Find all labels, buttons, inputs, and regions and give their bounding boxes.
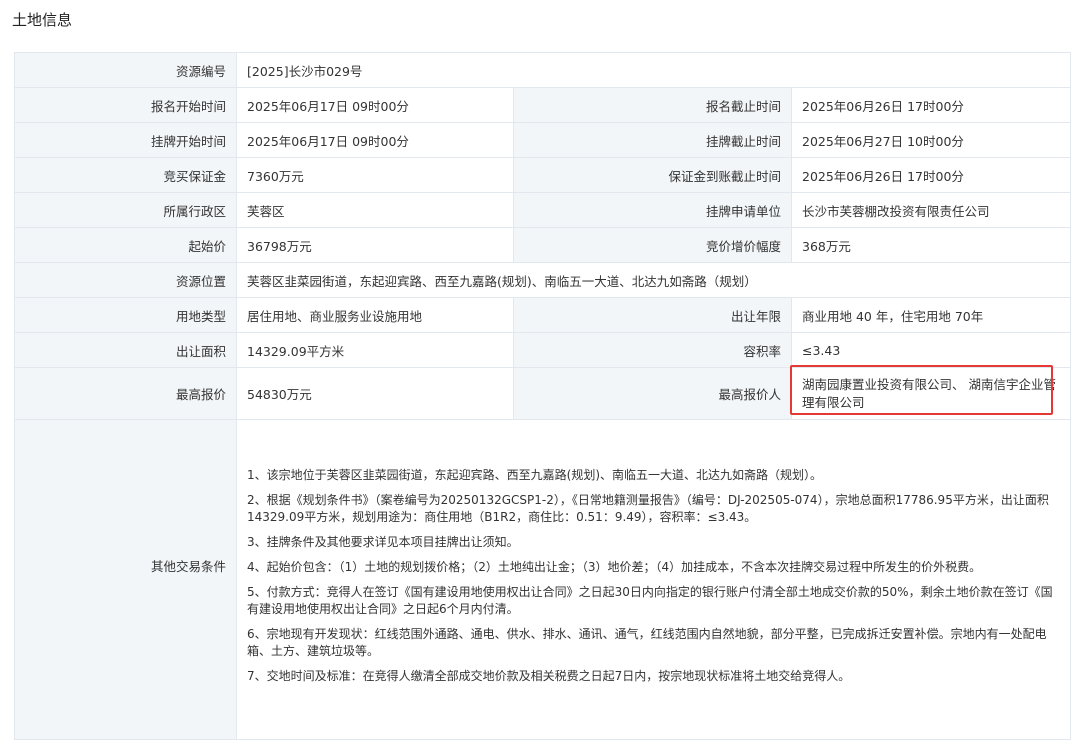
label-reg-start: 报名开始时间 [14, 87, 237, 123]
label-increment: 竞价增价幅度 [513, 227, 792, 263]
condition-item: 7、交地时间及标准：在竞得人缴清全部成交地价款及相关税费之日起7日内，按宗地现状… [247, 668, 851, 683]
row-listing: 挂牌开始时间 2025年06月17日 09时00分 挂牌截止时间 2025年06… [14, 122, 1072, 158]
label-list-start: 挂牌开始时间 [14, 122, 237, 158]
value-top-price: 54830万元 [236, 367, 514, 420]
condition-item: 1、该宗地位于芙蓉区韭菜园街道，东起迎宾路、西至九嘉路(规划)、南临五一大道、北… [247, 467, 823, 482]
page-title: 土地信息 [12, 11, 73, 29]
row-resource-no: 资源编号 [2025]长沙市029号 [14, 52, 1072, 88]
value-applicant: 长沙市芙蓉棚改投资有限责任公司 [790, 192, 1072, 228]
label-reg-end: 报名截止时间 [513, 87, 792, 123]
label-term: 出让年限 [513, 297, 792, 333]
value-resource-no: [2025]长沙市029号 [235, 52, 1072, 88]
label-area: 出让面积 [14, 332, 237, 368]
value-area: 14329.09平方米 [236, 332, 514, 368]
label-list-end: 挂牌截止时间 [513, 122, 792, 158]
label-top-price: 最高报价 [14, 367, 237, 420]
condition-item: 3、挂牌条件及其他要求详见本项目挂牌出让须知。 [247, 534, 519, 549]
value-start-price: 36798万元 [236, 227, 514, 263]
label-deposit-deadline: 保证金到账截止时间 [513, 157, 792, 193]
label-deposit: 竞买保证金 [14, 157, 237, 193]
row-conditions: 其他交易条件 1、该宗地位于芙蓉区韭菜园街道，东起迎宾路、西至九嘉路(规划)、南… [14, 419, 1072, 740]
value-reg-start: 2025年06月17日 09时00分 [236, 87, 514, 123]
row-top-price: 最高报价 54830万元 最高报价人 湖南园康置业投资有限公司、 湖南信宇企业管… [14, 367, 1072, 420]
value-list-start: 2025年06月17日 09时00分 [236, 122, 514, 158]
value-increment: 368万元 [790, 227, 1072, 263]
value-top-bidder: 湖南园康置业投资有限公司、 湖南信宇企业管理有限公司 [790, 367, 1072, 420]
row-land-use: 用地类型 居住用地、商业服务业设施用地 出让年限 商业用地 40 年，住宅用地 … [14, 297, 1072, 333]
value-deposit: 7360万元 [236, 157, 514, 193]
value-location: 芙蓉区韭菜园街道，东起迎宾路、西至九嘉路(规划)、南临五一大道、北达九如斋路（规… [235, 262, 1072, 298]
value-land-use: 居住用地、商业服务业设施用地 [236, 297, 514, 333]
condition-item: 5、付款方式：竞得人在签订《国有建设用地使用权出让合同》之日起30日内向指定的银… [247, 584, 1053, 616]
label-location: 资源位置 [14, 262, 237, 298]
label-conditions-text: 其他交易条件 [150, 559, 226, 574]
row-deposit: 竞买保证金 7360万元 保证金到账截止时间 2025年06月26日 17时00… [14, 157, 1072, 193]
condition-item: 6、宗地现有开发现状：红线范围外通路、通电、供水、排水、通讯、通气，红线范围内自… [247, 626, 1047, 658]
condition-item: 4、起始价包含：（1）土地的规划拨价格；（2）土地纯出让金；（3）地价差；（4）… [247, 559, 982, 574]
condition-item: 2、根据《规划条件书》（案卷编号为20250132GCSP1-2），《日常地籍测… [247, 492, 1049, 524]
value-list-end: 2025年06月27日 10时00分 [790, 122, 1072, 158]
conditions-list: 1、该宗地位于芙蓉区韭菜园街道，东起迎宾路、西至九嘉路(规划)、南临五一大道、北… [235, 419, 1072, 740]
row-location: 资源位置 芙蓉区韭菜园街道，东起迎宾路、西至九嘉路(规划)、南临五一大道、北达九… [14, 262, 1072, 298]
row-district: 所属行政区 芙蓉区 挂牌申请单位 长沙市芙蓉棚改投资有限责任公司 [14, 192, 1072, 228]
value-reg-end: 2025年06月26日 17时00分 [790, 87, 1072, 123]
label-top-bidder: 最高报价人 [513, 367, 792, 420]
label-applicant: 挂牌申请单位 [513, 192, 792, 228]
value-district: 芙蓉区 [236, 192, 514, 228]
row-area: 出让面积 14329.09平方米 容积率 ≤3.43 [14, 332, 1072, 368]
row-registration: 报名开始时间 2025年06月17日 09时00分 报名截止时间 2025年06… [14, 87, 1072, 123]
label-resource-no: 资源编号 [14, 52, 237, 88]
land-info-table: 资源编号 [2025]长沙市029号 报名开始时间 2025年06月17日 09… [14, 52, 1072, 740]
label-land-use: 用地类型 [14, 297, 237, 333]
value-far: ≤3.43 [790, 332, 1072, 368]
value-deposit-deadline: 2025年06月26日 17时00分 [790, 157, 1072, 193]
label-district: 所属行政区 [14, 192, 237, 228]
label-conditions: 其他交易条件 [14, 419, 237, 740]
label-start-price: 起始价 [14, 227, 237, 263]
label-far: 容积率 [513, 332, 792, 368]
value-term: 商业用地 40 年，住宅用地 70年 [790, 297, 1072, 333]
row-price: 起始价 36798万元 竞价增价幅度 368万元 [14, 227, 1072, 263]
